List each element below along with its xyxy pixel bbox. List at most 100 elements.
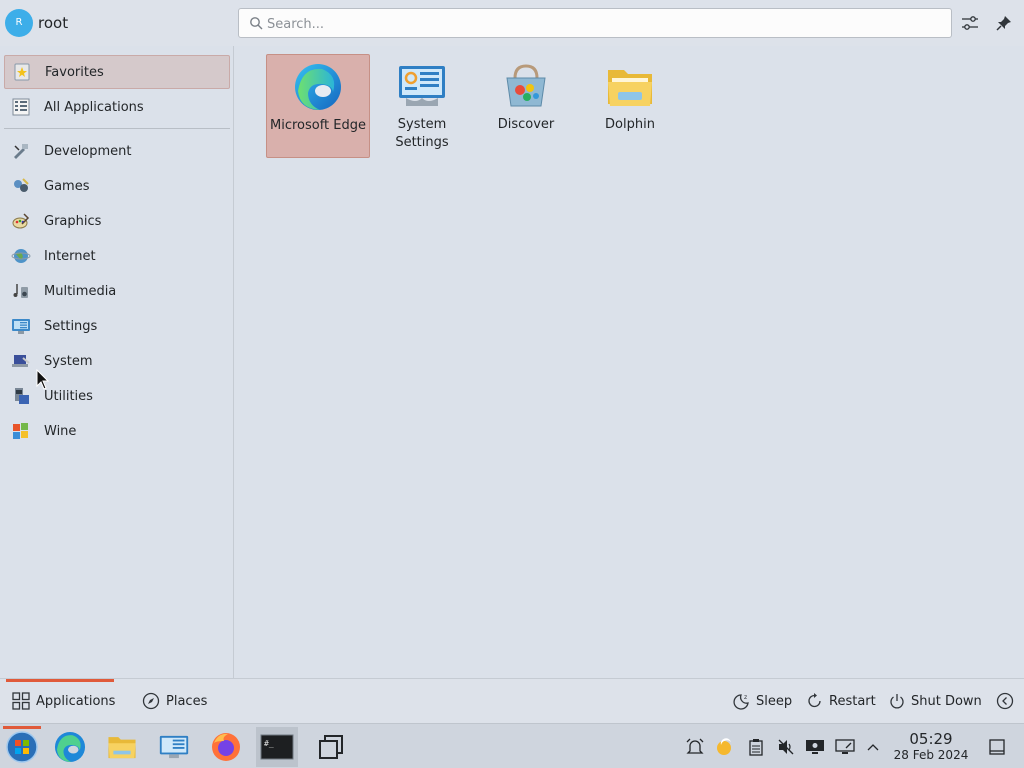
taskbar-window-switcher[interactable] <box>310 727 352 767</box>
development-icon <box>10 140 32 162</box>
sidebar-item-graphics[interactable]: Graphics <box>4 204 230 238</box>
more-actions-button[interactable] <box>996 692 1019 710</box>
search-input[interactable] <box>267 14 937 34</box>
app-tile-dolphin[interactable]: Dolphin <box>578 54 682 158</box>
sidebar-item-label: Settings <box>44 318 98 334</box>
volume-muted-icon <box>778 739 794 755</box>
system-settings-icon <box>159 735 189 759</box>
app-tile-label: Dolphin <box>605 117 655 132</box>
tray-weather[interactable] <box>714 736 736 758</box>
sidebar-item-label: Internet <box>44 248 96 264</box>
app-tile-label: System Settings <box>395 117 449 150</box>
alarm-icon <box>686 738 704 754</box>
clock-date: 28 Feb 2024 <box>893 748 969 762</box>
tray-alarm[interactable] <box>684 736 706 758</box>
tray-network[interactable] <box>834 736 856 758</box>
system-settings-icon <box>396 60 448 112</box>
sleep-button[interactable]: z Sleep <box>733 692 792 710</box>
expand-tray-icon <box>867 744 879 751</box>
sidebar-item-label: System <box>44 353 93 369</box>
dolphin-folder-icon <box>604 60 656 112</box>
applications-grid-icon <box>12 692 30 710</box>
configure-button[interactable] <box>958 11 982 35</box>
grid-list-icon <box>10 96 32 118</box>
sidebar-item-favorites[interactable]: Favorites <box>4 55 230 89</box>
sidebar-item-wine[interactable]: Wine <box>4 414 230 448</box>
star-doc-icon <box>11 61 33 83</box>
chevron-left-circle-icon <box>996 692 1014 710</box>
sidebar-item-label: Utilities <box>44 388 93 404</box>
pin-icon <box>996 16 1011 31</box>
display-icon <box>806 740 824 754</box>
search-field[interactable] <box>238 8 952 38</box>
start-menu-button[interactable] <box>1 726 43 767</box>
settings-icon <box>10 315 32 337</box>
show-desktop-icon <box>989 739 1005 755</box>
app-tile-discover[interactable]: Discover <box>474 54 578 158</box>
tab-label: Places <box>166 693 208 709</box>
sidebar-item-development[interactable]: Development <box>4 134 230 168</box>
username-label: root <box>38 14 69 32</box>
digital-clock[interactable]: 05:29 28 Feb 2024 <box>888 731 974 763</box>
compass-icon <box>142 692 160 710</box>
taskbar: #_ 05:29 28 Feb 2024 <box>0 723 1024 768</box>
svg-text:#_: #_ <box>264 739 274 748</box>
sidebar-item-settings[interactable]: Settings <box>4 309 230 343</box>
utilities-icon <box>10 385 32 407</box>
tab-places[interactable]: Places <box>142 692 207 710</box>
sidebar-item-games[interactable]: Games <box>4 169 230 203</box>
discover-icon <box>500 60 552 112</box>
active-tab-indicator <box>6 679 114 682</box>
clipboard-icon <box>749 739 763 756</box>
tray-clipboard[interactable] <box>745 736 767 758</box>
show-desktop-button[interactable] <box>986 736 1008 758</box>
sliders-icon <box>962 16 978 30</box>
sidebar-item-internet[interactable]: Internet <box>4 239 230 273</box>
sleep-icon: z <box>733 692 751 710</box>
taskbar-firefox[interactable] <box>205 727 247 767</box>
sidebar-item-label: Games <box>44 178 90 194</box>
start-menu-icon <box>6 731 38 763</box>
app-tile-microsoft-edge[interactable]: Microsoft Edge <box>266 54 370 158</box>
sidebar-item-label: All Applications <box>44 99 144 115</box>
sidebar-item-label: Graphics <box>44 213 102 229</box>
app-tile-system-settings[interactable]: System Settings <box>370 54 474 158</box>
launcher-header: R root <box>0 0 1024 46</box>
search-icon <box>250 17 263 30</box>
power-icon <box>888 692 906 710</box>
shutdown-button[interactable]: Shut Down <box>888 692 982 710</box>
user-avatar[interactable]: R <box>5 9 33 37</box>
tab-applications[interactable]: Applications <box>12 692 115 710</box>
taskbar-file-manager[interactable] <box>101 727 143 767</box>
edge-icon <box>54 731 86 763</box>
taskbar-edge[interactable] <box>49 727 91 767</box>
firefox-icon <box>212 733 240 761</box>
restart-button[interactable]: Restart <box>806 692 876 710</box>
restart-icon <box>806 692 824 710</box>
tab-label: Applications <box>36 693 116 709</box>
window-switcher-icon <box>319 735 343 759</box>
mouse-pointer-icon <box>36 369 50 390</box>
sleep-label: Sleep <box>756 693 793 709</box>
sidebar-item-multimedia[interactable]: Multimedia <box>4 274 230 308</box>
clock-time: 05:29 <box>909 730 953 748</box>
tray-volume[interactable] <box>775 736 797 758</box>
multimedia-icon <box>10 280 32 302</box>
games-icon <box>10 175 32 197</box>
graphics-icon <box>10 210 32 232</box>
pin-button[interactable] <box>992 11 1016 35</box>
sidebar-item-label: Development <box>44 143 132 159</box>
sidebar-item-label: Multimedia <box>44 283 117 299</box>
system-icon <box>10 350 32 372</box>
tray-display[interactable] <box>804 736 826 758</box>
weather-icon <box>717 738 731 755</box>
app-tile-label: Microsoft Edge <box>269 118 366 133</box>
tray-expand[interactable] <box>862 736 884 758</box>
taskbar-terminal[interactable]: #_ <box>256 727 298 767</box>
shutdown-label: Shut Down <box>911 693 982 709</box>
category-sidebar: Favorites All Applications Development G… <box>0 46 234 678</box>
sidebar-item-all-applications[interactable]: All Applications <box>4 90 230 124</box>
sidebar-divider <box>4 128 230 129</box>
edge-icon <box>292 61 344 113</box>
taskbar-system-settings[interactable] <box>153 727 195 767</box>
